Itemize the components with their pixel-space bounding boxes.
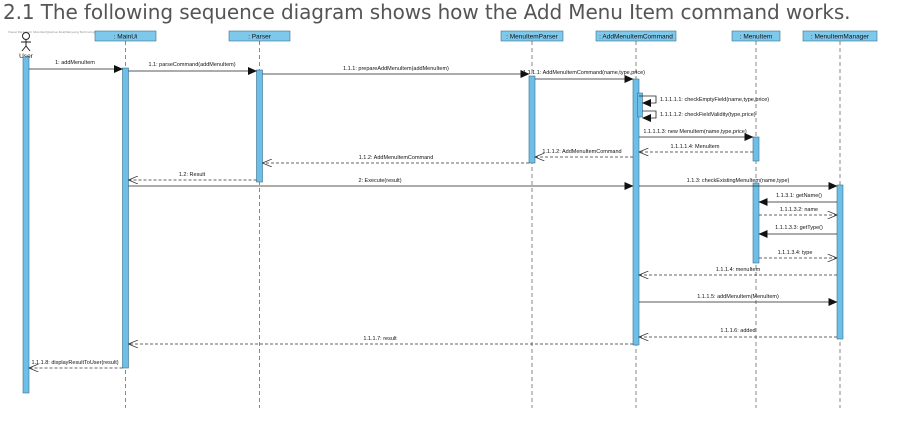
sequence-diagram: User : MainUi : Parser : MenuItemParser … xyxy=(19,30,878,408)
message-return-name: 1.1.1.3.2: name xyxy=(759,207,837,215)
activation-addmenuitemcommand xyxy=(632,78,640,346)
lifeline-label: : MenuItemManager xyxy=(811,34,870,41)
message-label: 1.1.1.1.3: new MenuItem(name,type,price) xyxy=(643,129,746,135)
activation-user xyxy=(22,56,30,394)
message-return-type: 1.1.1.3.4: type xyxy=(759,250,837,258)
message-label: 1.1.2: AddMenuItemCommand xyxy=(359,155,434,161)
message-arrow xyxy=(642,110,657,122)
lifeline-label: : MenuItem xyxy=(740,34,773,41)
activation-mainui xyxy=(122,67,129,369)
activation-addmenuitemcommand-nested xyxy=(637,92,643,118)
message-return-menuitem-to-command: 1.1.1.4: menuItem xyxy=(639,267,837,275)
message-label: 1.1.1.3.2: name xyxy=(780,207,818,213)
message-1-1: 1.1: parseCommand(addMenuItem) xyxy=(128,62,257,75)
lifeline-label: : Parser xyxy=(248,34,272,41)
message-self-check-validity: 1.1.1.1.2: checkFieldValidity(type,price… xyxy=(642,110,756,122)
message-label: 1.1.1.4: menuItem xyxy=(716,267,761,273)
activation-parser xyxy=(256,69,263,183)
activation-menuitem xyxy=(752,136,760,162)
message-return-menuitem: 1.1.1.1.4: MenuItem xyxy=(639,144,753,152)
activation-menuitemmanager xyxy=(836,184,844,340)
message-label: 1.1.1.6: added xyxy=(720,328,755,334)
message-display-result: 1.1.1.8: displayResultToUser(result) xyxy=(29,360,123,368)
message-label: 1.1.1.3.4: type xyxy=(778,250,813,256)
message-label: 1.1.1.1.1: checkEmptyField(name,type,pri… xyxy=(660,97,769,103)
message-label: 1.1.1.8: displayResultToUser(result) xyxy=(31,360,118,366)
lifeline-label: : MainUi xyxy=(114,34,138,41)
message-1: 1: addMenuItem xyxy=(29,60,123,73)
message-label: 1.1.3: checkExistingMenuItem(name,type) xyxy=(687,178,790,184)
message-return-result: 1.2: Result xyxy=(129,172,257,180)
message-1-1-1: 1.1.1: prepareAddMenuItem(addMenuItem) xyxy=(262,66,530,78)
message-label: 1.1.1.1.4: MenuItem xyxy=(671,144,720,150)
lifeline-label: : MenuItemParser xyxy=(506,34,558,41)
messages: 1: addMenuItem 1.1: parseCommand(addMenu… xyxy=(29,60,838,368)
message-1-1-1-1: 1.1.1.1: AddMenuItemCommand(name,type,pr… xyxy=(523,70,645,83)
actor-stick-figure-icon xyxy=(21,32,31,52)
message-execute: 2: Execute(result) xyxy=(128,178,634,190)
message-return-command-to-parser: 1.1.1.2: AddMenuItemCommand xyxy=(535,149,633,157)
lifeline-label: : AddMenuItemCommand xyxy=(599,34,673,41)
message-label: 1.1.1.2: AddMenuItemCommand xyxy=(542,149,621,155)
message-label: 1.1.3.1: getName() xyxy=(776,193,822,199)
activation-bars xyxy=(22,56,844,394)
activation-menuitemparser xyxy=(528,75,536,164)
message-label: 2: Execute(result) xyxy=(358,178,401,184)
message-label: 1.1.1.1: AddMenuItemCommand(name,type,pr… xyxy=(523,70,645,76)
message-label: 1.1: parseCommand(addMenuItem) xyxy=(148,62,235,68)
message-label: 1.1.1: prepareAddMenuItem(addMenuItem) xyxy=(343,66,449,72)
message-label: 1.1.1.5: addMenuItem(MenuItem) xyxy=(697,294,779,300)
message-label: 1.1.1.3.3: getType() xyxy=(775,225,823,231)
activation-menuitem-query xyxy=(752,182,760,264)
message-get-type: 1.1.1.3.3: getType() xyxy=(758,225,837,238)
message-label: 1.1.1.1.2: checkFieldValidity(type,price… xyxy=(660,112,756,118)
message-return-command-to-mainparser: 1.1.2: AddMenuItemCommand xyxy=(263,155,529,163)
message-check-existing: 1.1.3: checkExistingMenuItem(name,type) xyxy=(639,178,838,190)
message-self-check-empty: 1.1.1.1.1: checkEmptyField(name,type,pri… xyxy=(639,95,769,107)
message-return-result-to-mainui: 1.1.1.7: result xyxy=(129,336,633,344)
message-return-added: 1.1.1.6: added xyxy=(639,328,837,337)
message-label: 1.2: Result xyxy=(179,172,206,178)
message-label: 1.1.1.7: result xyxy=(363,336,397,342)
message-add-menuitem: 1.1.1.5: addMenuItem(MenuItem) xyxy=(639,294,838,306)
message-get-name: 1.1.3.1: getName() xyxy=(758,193,837,206)
message-new-menuitem: 1.1.1.1.3: new MenuItem(name,type,price) xyxy=(639,129,754,141)
message-label: 1: addMenuItem xyxy=(55,60,95,66)
